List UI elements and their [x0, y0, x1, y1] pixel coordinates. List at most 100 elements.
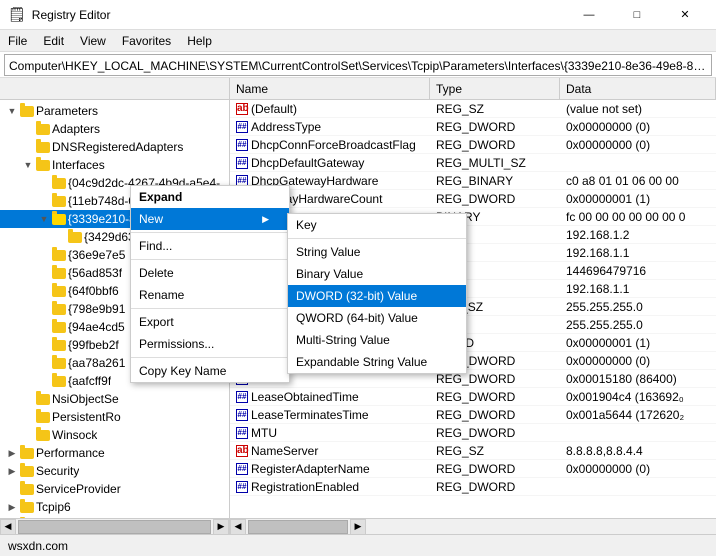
menu-file[interactable]: File [0, 30, 35, 51]
right-hscroll-thumb[interactable] [248, 520, 348, 534]
menu-favorites[interactable]: Favorites [114, 30, 179, 51]
context-menu: Expand New ▶ Find... Delete Rename Expor… [130, 185, 290, 383]
reg-row-nameserver[interactable]: abNameServer REG_SZ 8.8.8.8,8.8.4.4 [230, 442, 716, 460]
title-bar-controls: — □ ✕ [566, 0, 708, 30]
scroll-right-btn[interactable]: ▶ [213, 519, 229, 535]
folder-icon [52, 358, 66, 369]
ctx-item-expand[interactable]: Expand [131, 186, 289, 208]
tree-hscrollbar[interactable]: ◀ ▶ [0, 518, 229, 534]
folder-icon [68, 232, 82, 243]
ctx-item-find[interactable]: Find... [131, 235, 289, 257]
reg-row-leaseobtained[interactable]: ##LeaseObtainedTime REG_DWORD 0x001904c4… [230, 388, 716, 406]
minimize-button[interactable]: — [566, 0, 612, 30]
title-bar-title: Registry Editor [32, 8, 111, 22]
sub-item-binary[interactable]: Binary Value [288, 263, 466, 285]
reg-row-default[interactable]: ab(Default) REG_SZ (value not set) [230, 100, 716, 118]
reg-row-registername[interactable]: ##RegisterAdapterName REG_DWORD 0x000000… [230, 460, 716, 478]
tree-label: Security [36, 464, 79, 478]
reg-row-dhcpconn[interactable]: ##DhcpConnForceBroadcastFlag REG_DWORD 0… [230, 136, 716, 154]
scroll-left-btn[interactable]: ◀ [0, 519, 16, 535]
ctx-item-delete[interactable]: Delete [131, 262, 289, 284]
folder-icon [20, 466, 34, 477]
sub-item-multistring[interactable]: Multi-String Value [288, 329, 466, 351]
reg-row-leaseterminates[interactable]: ##LeaseTerminatesTime REG_DWORD 0x001a56… [230, 406, 716, 424]
ctx-item-permissions[interactable]: Permissions... [131, 333, 289, 355]
hscroll-thumb[interactable] [18, 520, 211, 534]
tree-label: PersistentRo [52, 410, 121, 424]
sub-item-dword[interactable]: DWORD (32-bit) Value [288, 285, 466, 307]
col-header-name: Name [230, 78, 430, 99]
tree-item-serviceprovider[interactable]: ServiceProvider [0, 480, 229, 498]
tree-item-tcpip6[interactable]: ▶ Tcpip6 [0, 498, 229, 516]
right-panel-header: Name Type Data [230, 78, 716, 100]
folder-icon [52, 196, 66, 207]
tree-item-performance[interactable]: ▶ Performance [0, 444, 229, 462]
ctx-item-new-label: New [139, 212, 163, 226]
folder-icon [20, 502, 34, 513]
close-button[interactable]: ✕ [662, 0, 708, 30]
menu-edit[interactable]: Edit [35, 30, 72, 51]
tree-item-persistentro[interactable]: PersistentRo [0, 408, 229, 426]
sub-item-expandable[interactable]: Expandable String Value [288, 351, 466, 373]
tree-item-security[interactable]: ▶ Security [0, 462, 229, 480]
tree-label: {798e9b91 [68, 302, 125, 316]
tree-label: Parameters [36, 104, 98, 118]
expand-icon: ▶ [4, 448, 20, 459]
address-path[interactable]: Computer\HKEY_LOCAL_MACHINE\SYSTEM\Curre… [4, 54, 712, 76]
tree-item-adapters[interactable]: Adapters [0, 120, 229, 138]
reg-icon-num: ## [236, 391, 248, 403]
maximize-button[interactable]: □ [614, 0, 660, 30]
title-bar-left: 🗒 Registry Editor [8, 6, 110, 23]
tree-item-winsock[interactable]: Winsock [0, 426, 229, 444]
right-hscrollbar[interactable]: ◀ ▶ [230, 518, 716, 534]
expand-icon: ▶ [4, 502, 20, 513]
expand-icon: ▶ [4, 466, 20, 477]
submenu-arrow-icon: ▶ [262, 214, 269, 225]
reg-row-gatewayhardwarecount[interactable]: ##GatewayHardwareCount REG_DWORD 0x00000… [230, 190, 716, 208]
folder-icon [36, 412, 50, 423]
expand-icon: ▼ [36, 214, 52, 224]
folder-icon [36, 160, 50, 171]
tree-label: Tcpip6 [36, 500, 71, 514]
tree-label: Winsock [52, 428, 97, 442]
tree-label: Performance [36, 446, 105, 460]
tree-item-nsiobjectse[interactable]: NsiObjectSe [0, 390, 229, 408]
right-scroll-left-btn[interactable]: ◀ [230, 519, 246, 535]
tree-label: {94ae4cd5 [68, 320, 125, 334]
tree-item-dnsregisteredadapters[interactable]: DNSRegisteredAdapters [0, 138, 229, 156]
menu-view[interactable]: View [72, 30, 114, 51]
folder-icon [36, 142, 50, 153]
ctx-sep3 [131, 308, 289, 309]
right-scroll-right-btn[interactable]: ▶ [350, 519, 366, 535]
ctx-item-export[interactable]: Export [131, 311, 289, 333]
reg-icon-num: ## [236, 139, 248, 151]
folder-icon [20, 448, 34, 459]
reg-row-mtu[interactable]: ##MTU REG_DWORD [230, 424, 716, 442]
sub-item-qword[interactable]: QWORD (64-bit) Value [288, 307, 466, 329]
title-bar: 🗒 Registry Editor — □ ✕ [0, 0, 716, 30]
reg-row-addresstype[interactable]: ##AddressType REG_DWORD 0x00000000 (0) [230, 118, 716, 136]
ctx-item-new[interactable]: New ▶ [131, 208, 289, 230]
reg-row-registrationenabled[interactable]: ##RegistrationEnabled REG_DWORD [230, 478, 716, 496]
folder-icon [52, 268, 66, 279]
folder-icon [52, 286, 66, 297]
reg-icon-ab: ab [236, 445, 248, 457]
sub-item-string[interactable]: String Value [288, 241, 466, 263]
tree-item-parameters[interactable]: ▼ Parameters [0, 102, 229, 120]
reg-icon-num: ## [236, 409, 248, 421]
reg-row-dhcpdefaultgateway[interactable]: ##DhcpDefaultGateway REG_MULTI_SZ [230, 154, 716, 172]
reg-row-dhcpgatewayhardware[interactable]: ##DhcpGatewayHardware REG_BINARY c0 a8 0… [230, 172, 716, 190]
folder-icon [52, 340, 66, 351]
ctx-sep4 [131, 357, 289, 358]
ctx-item-rename[interactable]: Rename [131, 284, 289, 306]
menu-help[interactable]: Help [179, 30, 220, 51]
reg-icon-num: ## [236, 463, 248, 475]
tree-label: Adapters [52, 122, 100, 136]
tree-item-interfaces[interactable]: ▼ Interfaces [0, 156, 229, 174]
ctx-item-copykeyname[interactable]: Copy Key Name [131, 360, 289, 382]
col-header-data: Data [560, 78, 716, 99]
status-bar: wsxdn.com [0, 534, 716, 556]
folder-icon [36, 430, 50, 441]
sub-sep1 [288, 238, 466, 239]
sub-item-key[interactable]: Key [288, 214, 466, 236]
